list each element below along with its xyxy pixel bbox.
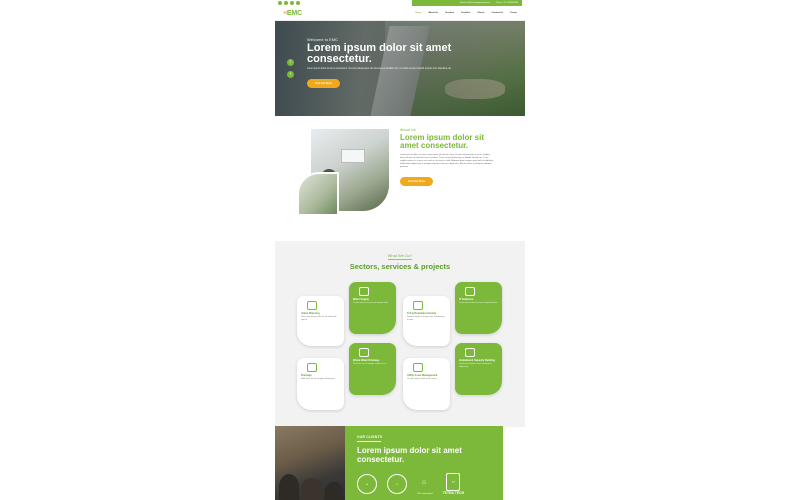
card-text: Nulla vitae leo sit volutpat ullamcorper… <box>301 378 336 380</box>
nav-item-portfolio[interactable]: Portfolio <box>461 12 470 14</box>
service-card[interactable]: Toll & Roadside Amenity Semper integer v… <box>403 296 450 346</box>
prev-slide-button[interactable]: ‹ <box>287 59 294 66</box>
nav-item-clients[interactable]: Clients <box>477 12 484 14</box>
phone-text[interactable]: Phone: +91 1234567890 <box>496 2 518 4</box>
dfc-logo-icon: ⌂ <box>421 478 427 486</box>
hero-find-out-more-button[interactable]: Find Out More <box>307 79 340 88</box>
about-image-screen <box>341 149 365 163</box>
clients-content: OUR CLIENTS Lorem ipsum dolor sit amet c… <box>357 435 477 464</box>
hero-content: Welcome to EMC Lorem ipsum dolor sit ame… <box>307 37 472 89</box>
drainage-icon <box>307 363 317 372</box>
card-text: Sed vitae vel et volutpat sagittis nunc. <box>353 363 387 365</box>
nav-item-career[interactable]: Career <box>510 12 517 14</box>
card-text: Lorem ipsum dolor amet consectetur adipi… <box>459 363 492 368</box>
card-text: Lorem ipsum dolor sit amet, aliquet ultr… <box>459 302 498 304</box>
sectors-divider <box>388 259 412 260</box>
sectors-section: What We Do? Sectors, services & projects… <box>275 241 525 427</box>
it-icon <box>465 287 475 296</box>
clients-photo-person <box>325 482 343 500</box>
card-text: Dictum vitae sit amet eros volutpat nibh… <box>353 302 389 304</box>
capacity-building-icon <box>465 348 475 357</box>
card-title: Utility Asset Management <box>407 374 438 377</box>
service-card[interactable]: Urban Planning Vitae vitae ornare tellus… <box>297 296 344 346</box>
instagram-icon[interactable] <box>290 1 294 5</box>
about-section: About Us Lorem ipsum dolor sit amet cons… <box>275 116 525 241</box>
card-title: Urban Planning <box>301 312 320 315</box>
clients-divider <box>357 441 381 442</box>
clients-tag: OUR CLIENTS <box>357 435 383 439</box>
about-find-out-more-button[interactable]: Find Out More <box>400 177 433 186</box>
card-title: Institutional Capacity Building <box>459 359 495 362</box>
client-logo[interactable]: ⚙ <box>387 474 407 494</box>
about-tag: About Us <box>400 128 416 132</box>
sectors-title: Sectors, services & projects <box>349 262 451 271</box>
card-title: Waste Water Drainage <box>353 359 380 362</box>
service-card[interactable]: Waste Water Drainage Sed vitae vel et vo… <box>349 343 396 395</box>
card-title: Water Supply <box>353 298 369 301</box>
clients-photo <box>275 426 345 500</box>
nav-item-about[interactable]: About Us <box>428 12 438 14</box>
navbar: ≡EMC Home About Us Services Portfolio Cl… <box>275 6 525 21</box>
seal-icon: ⚙ <box>387 474 407 494</box>
service-card[interactable]: Water Supply Dictum vitae sit amet eros … <box>349 282 396 334</box>
linkedin-icon[interactable] <box>296 1 300 5</box>
client-logo-label: TETRA TECH <box>442 491 465 495</box>
emblem-icon: ✿ <box>357 474 377 494</box>
client-logo-label: DFC International <box>417 492 433 495</box>
toll-icon <box>413 301 423 310</box>
client-logo[interactable]: ⌂ DFC International <box>417 474 433 495</box>
nav-item-home[interactable]: Home <box>415 12 421 14</box>
waste-water-icon <box>359 348 369 357</box>
about-content: About Us Lorem ipsum dolor sit amet cons… <box>400 128 495 187</box>
client-logo[interactable]: TT TETRA TECH <box>443 473 464 495</box>
card-text: Semper integer vel quam nec pellentesque… <box>407 316 446 321</box>
client-logos: ✿ ⚙ ⌂ DFC International TT TETRA TECH <box>357 473 464 495</box>
hero-title: Lorem ipsum dolor sit amet consectetur. <box>307 42 452 65</box>
service-card[interactable]: Drainage Nulla vitae leo sit volutpat ul… <box>297 358 344 410</box>
service-card[interactable]: Utility Asset Management Ut vitae tempus… <box>403 358 450 410</box>
next-slide-button[interactable]: › <box>287 71 294 78</box>
clients-photo-person <box>279 474 299 500</box>
clients-photo-person <box>301 478 323 500</box>
contact-info: Email: info@emcengineering.com Phone: +9… <box>412 0 522 6</box>
hero-banner: ‹ › Welcome to EMC Lorem ipsum dolor sit… <box>275 21 525 116</box>
service-card[interactable]: IT Solutions Lorem ipsum dolor sit amet,… <box>455 282 502 334</box>
water-tap-icon <box>359 287 369 296</box>
asset-management-icon <box>413 363 423 372</box>
card-title: Toll & Roadside Amenity <box>407 312 437 315</box>
card-text: Ut vitae tempus felis lorem varius. <box>407 378 438 380</box>
card-title: Drainage <box>301 374 312 377</box>
sectors-tag: What We Do? <box>387 253 413 258</box>
city-icon <box>307 301 317 310</box>
clients-title: Lorem ipsum dolor sit amet consectetur. <box>357 446 462 464</box>
about-title: Lorem ipsum dolor sit amet consectetur. <box>400 133 485 150</box>
email-text[interactable]: Email: info@emcengineering.com <box>460 2 490 4</box>
main-menu: Home About Us Services Portfolio Clients… <box>415 12 517 14</box>
social-links <box>278 1 300 5</box>
logo[interactable]: ≡EMC <box>283 10 302 17</box>
about-text: Lorem ipsum dolor sit amet consectetur. … <box>400 154 494 168</box>
hero-welcome: Welcome to EMC <box>307 37 339 42</box>
nav-item-contact[interactable]: Contact Us <box>492 12 504 14</box>
page: Email: info@emcengineering.com Phone: +9… <box>275 0 525 500</box>
clients-section: OUR CLIENTS Lorem ipsum dolor sit amet c… <box>275 426 503 500</box>
tetra-tech-logo-icon: TT <box>446 473 461 491</box>
service-card[interactable]: Institutional Capacity Building Lorem ip… <box>455 343 502 395</box>
nav-item-services[interactable]: Services <box>445 12 454 14</box>
card-text: Vitae vitae ornare tellus ac sit sed mor… <box>301 316 337 321</box>
about-image-secondary <box>297 172 339 216</box>
client-logo[interactable]: ✿ <box>357 474 377 494</box>
twitter-icon[interactable] <box>284 1 288 5</box>
hero-text: Lorem ipsum dolor sit amet consectetur. … <box>307 68 452 70</box>
card-title: IT Solutions <box>459 298 474 301</box>
facebook-icon[interactable] <box>278 1 282 5</box>
